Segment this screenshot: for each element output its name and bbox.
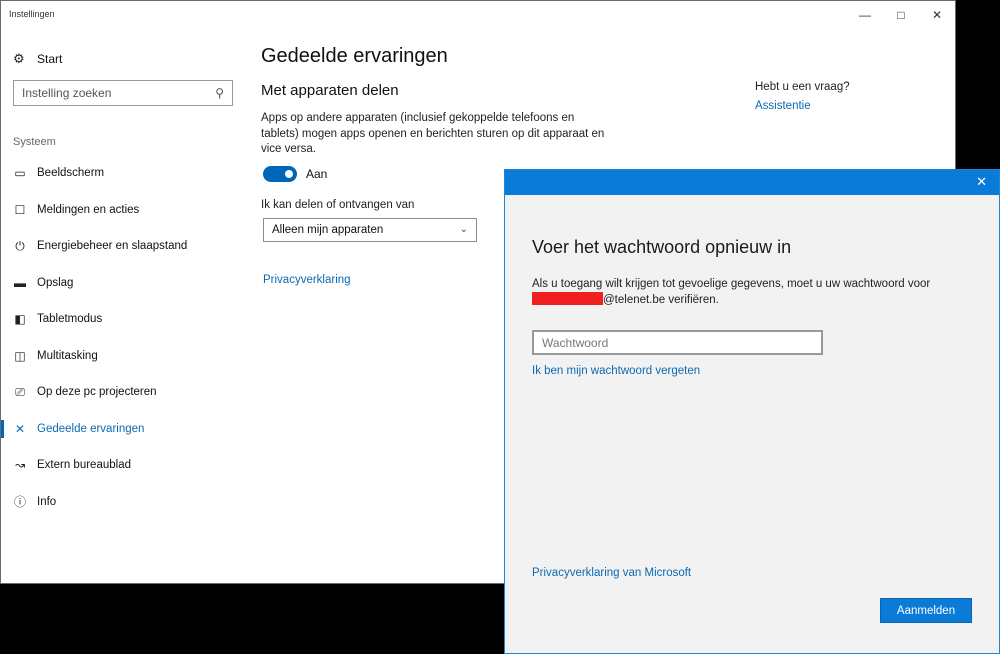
sharing-toggle[interactable]: [263, 165, 297, 182]
info-icon: ⓘ: [13, 495, 26, 510]
forgot-password-link[interactable]: Ik ben mijn wachtwoord vergeten: [532, 365, 700, 377]
sidebar-item-label: Tabletmodus: [37, 313, 103, 326]
dialog-title-bar: ✕: [505, 170, 999, 195]
sidebar-item-label: Extern bureaublad: [37, 459, 131, 472]
power-icon: ⏻: [15, 238, 25, 253]
sidebar-item-multitasking[interactable]: ◫ Multitasking: [1, 338, 246, 375]
maximize-icon[interactable]: □: [883, 1, 919, 29]
close-icon[interactable]: ✕: [919, 1, 955, 29]
select-value: Alleen mijn apparaten: [272, 223, 384, 236]
storage-icon: ▬: [14, 275, 26, 290]
dialog-description: Als u toegang wilt krijgen tot gevoelige…: [532, 277, 952, 308]
sidebar-item-label: Gedeelde ervaringen: [37, 422, 145, 435]
gear-icon: ⚙: [13, 51, 25, 66]
start-label: Start: [37, 52, 63, 66]
project-icon: ⎚: [15, 384, 25, 399]
window-controls: — □ ✕: [847, 1, 955, 29]
tablet-icon: ◧: [14, 312, 26, 327]
redacted-email: [532, 292, 603, 305]
dialog-title: Voer het wachtwoord opnieuw in: [532, 237, 792, 257]
help-panel: Hebt u een vraag? Assistentie: [755, 81, 850, 112]
shared-experiences-icon: ✕: [14, 421, 26, 436]
sidebar-item-label: Opslag: [37, 276, 74, 289]
description: Apps op andere apparaten (inclusief geko…: [261, 112, 605, 155]
sidebar-item-meldingen[interactable]: ☐ Meldingen en acties: [1, 192, 246, 229]
sidebar-item-info[interactable]: ⓘ Info: [1, 484, 246, 521]
search-input[interactable]: Instelling zoeken ⚲: [13, 80, 233, 106]
section-title: Met apparaten delen: [261, 82, 399, 99]
share-scope-select[interactable]: Alleen mijn apparaten ⌄: [263, 217, 477, 242]
page-title: Gedeelde ervaringen: [261, 45, 448, 67]
remote-desktop-icon: ↝: [14, 458, 26, 473]
sidebar-item-energiebeheer[interactable]: ⏻ Energiebeheer en slaapstand: [1, 228, 246, 265]
sidebar-item-extern-bureaublad[interactable]: ↝ Extern bureaublad: [1, 447, 246, 484]
start-nav-item[interactable]: ⚙ Start: [13, 51, 62, 67]
search-icon[interactable]: ⚲: [215, 86, 224, 100]
section-header-systeem: Systeem: [13, 136, 56, 148]
sidebar-item-beeldscherm[interactable]: ▭ Beeldscherm: [1, 155, 246, 192]
password-input[interactable]: Wachtwoord: [532, 330, 823, 355]
monitor-icon: ▭: [14, 166, 26, 181]
sidebar-item-gedeelde-ervaringen[interactable]: ✕ Gedeelde ervaringen: [1, 411, 246, 448]
help-link[interactable]: Assistentie: [755, 100, 850, 112]
sidebar-item-tabletmodus[interactable]: ◧ Tabletmodus: [1, 301, 246, 338]
chevron-down-icon: ⌄: [459, 224, 468, 235]
sidebar-item-label: Info: [37, 495, 57, 508]
sidebar-item-label: Op deze pc projecteren: [37, 386, 157, 399]
password-dialog: ✕ Voer het wachtwoord opnieuw in Als u t…: [504, 169, 1000, 654]
sidebar-nav: ▭ Beeldscherm ☐ Meldingen en acties ⏻ En…: [1, 155, 246, 520]
help-question: Hebt u een vraag?: [755, 81, 850, 93]
sidebar-item-label: Energiebeheer en slaapstand: [37, 240, 188, 253]
app-title: Instellingen: [9, 9, 55, 19]
sidebar-item-label: Multitasking: [37, 349, 98, 362]
microsoft-privacy-link[interactable]: Privacyverklaring van Microsoft: [532, 567, 691, 579]
title-bar: Instellingen — □ ✕: [1, 1, 955, 29]
sidebar-item-projecteren[interactable]: ⎚ Op deze pc projecteren: [1, 374, 246, 411]
sidebar-item-opslag[interactable]: ▬ Opslag: [1, 265, 246, 302]
minimize-icon[interactable]: —: [847, 1, 883, 29]
sidebar-item-label: Beeldscherm: [37, 167, 105, 180]
dialog-desc-line1: Als u toegang wilt krijgen tot gevoelige…: [532, 278, 931, 290]
toggle-label: Aan: [306, 166, 328, 181]
sidebar-item-label: Meldingen en acties: [37, 203, 140, 216]
sidebar: ⚙ Start Instelling zoeken ⚲ Systeem ▭ Be…: [1, 29, 246, 583]
password-placeholder: Wachtwoord: [542, 335, 609, 350]
close-icon[interactable]: ✕: [976, 174, 987, 190]
multitasking-icon: ◫: [14, 348, 26, 363]
toggle-knob: [285, 169, 293, 178]
email-suffix: @telenet.be verifiëren.: [603, 294, 719, 306]
signin-button[interactable]: Aanmelden: [880, 598, 972, 623]
notification-icon: ☐: [14, 202, 26, 217]
search-placeholder: Instelling zoeken: [22, 86, 112, 100]
